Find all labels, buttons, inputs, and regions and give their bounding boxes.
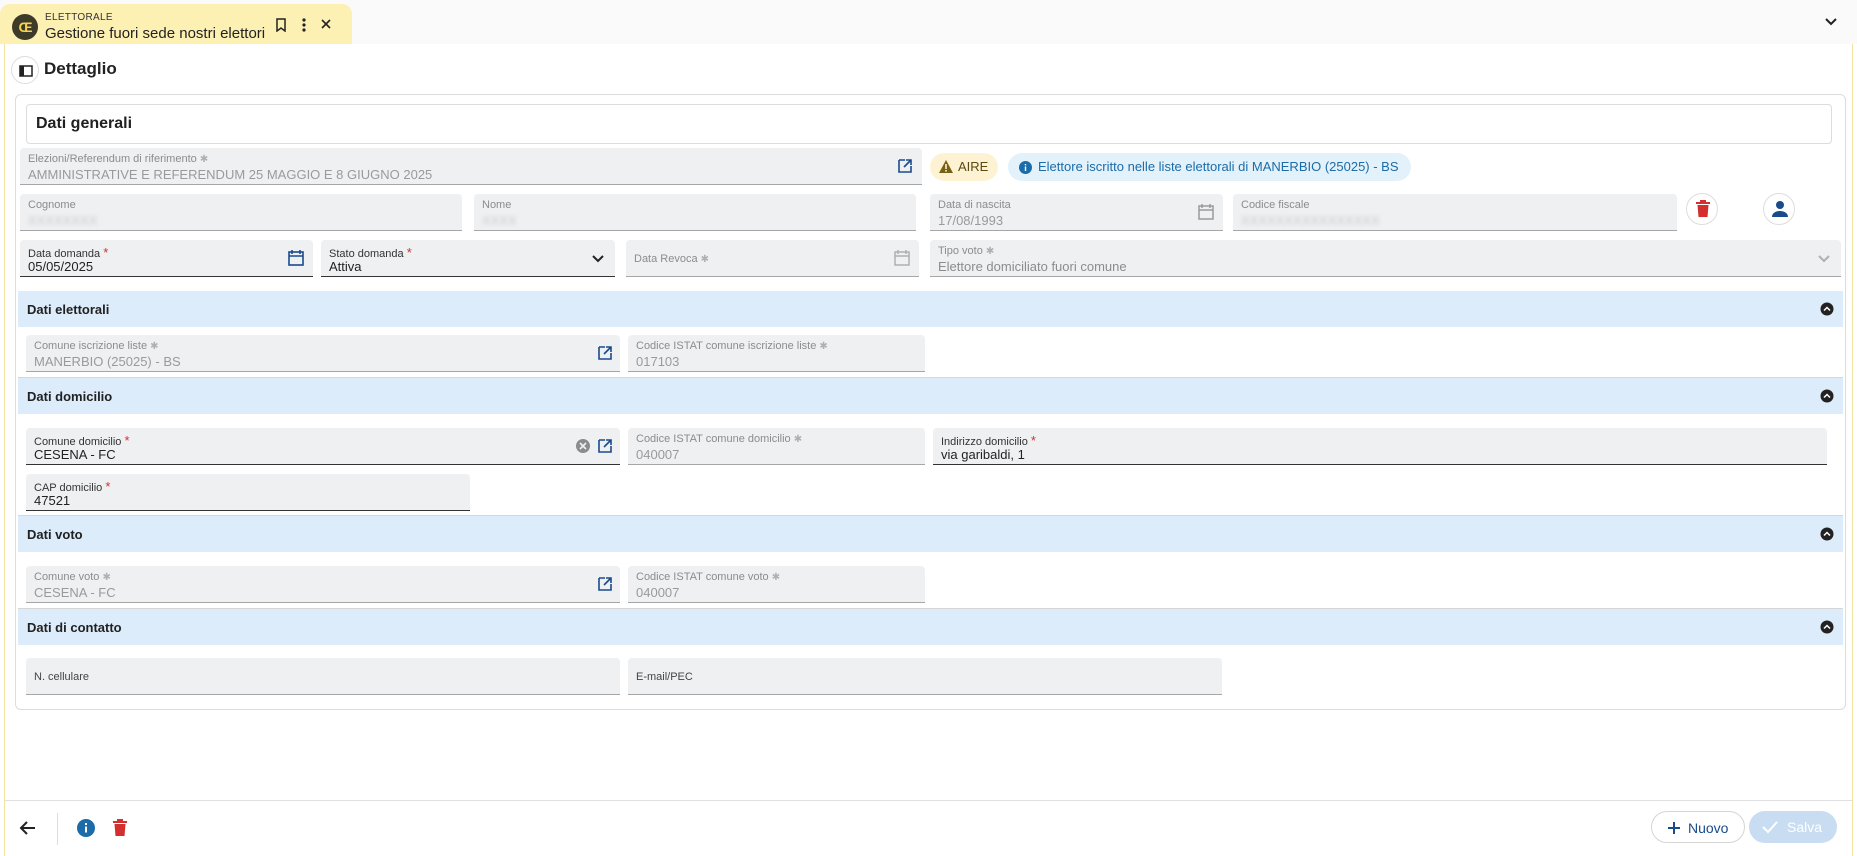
data-revoca-field: Data Revoca ✱ bbox=[626, 240, 919, 277]
bottom-action-bar: Nuovo Salva bbox=[5, 800, 1852, 856]
elezioni-field: Elezioni/Referendum di riferimento ✱ AMM… bbox=[20, 148, 922, 185]
section-dati-voto[interactable]: Dati voto bbox=[18, 516, 1843, 552]
detail-card: Dati generali Elezioni/Referendum di rif… bbox=[15, 94, 1846, 710]
tipo-voto-select: Tipo voto ✱ Elettore domiciliato fuori c… bbox=[930, 240, 1841, 277]
main-frame: Dettaglio Dati generali Elezioni/Referen… bbox=[4, 44, 1853, 856]
istat-domicilio-field: Codice ISTAT comune domicilio ✱ 040007 bbox=[628, 428, 925, 465]
trash-icon bbox=[113, 819, 127, 836]
comune-voto-field: Comune voto ✱ CESENA - FC bbox=[26, 566, 620, 603]
person-icon bbox=[1772, 201, 1788, 217]
bookmark-icon[interactable] bbox=[273, 18, 289, 34]
collapse-icon[interactable] bbox=[1820, 389, 1834, 403]
nuovo-button[interactable]: Nuovo bbox=[1651, 811, 1745, 843]
app-title: Gestione fuori sede nostri elettori bbox=[45, 25, 266, 42]
indirizzo-domicilio-field[interactable]: Indirizzo domicilio * via garibaldi, 1 bbox=[933, 428, 1827, 465]
open-in-new-icon[interactable] bbox=[596, 344, 614, 362]
check-icon bbox=[1762, 821, 1778, 834]
salva-button[interactable]: Salva bbox=[1749, 811, 1837, 843]
info-icon bbox=[1019, 161, 1032, 174]
aire-badge: AIRE bbox=[930, 153, 999, 181]
app-logo: Œ bbox=[12, 14, 38, 40]
back-button[interactable] bbox=[13, 813, 43, 843]
info-icon bbox=[77, 819, 95, 837]
section-dati-contatto[interactable]: Dati di contatto bbox=[18, 609, 1843, 645]
person-detail-button[interactable] bbox=[1763, 193, 1795, 225]
comune-domicilio-field[interactable]: Comune domicilio * CESENA - FC bbox=[26, 428, 620, 465]
delete-button[interactable] bbox=[105, 813, 135, 843]
data-domanda-field[interactable]: Data domanda * 05/05/2025 bbox=[20, 240, 313, 277]
top-tab-bar: Œ ELETTORALE Gestione fuori sede nostri … bbox=[0, 0, 1857, 44]
calendar-icon bbox=[893, 249, 911, 267]
close-icon[interactable] bbox=[318, 18, 334, 34]
data-nascita-field: Data di nascita 17/08/1993 bbox=[930, 194, 1223, 231]
iscrizione-info-badge: Elettore iscritto nelle liste elettorali… bbox=[1008, 153, 1411, 181]
email-input[interactable]: E-mail/PEC bbox=[628, 658, 1222, 695]
collapse-icon[interactable] bbox=[1820, 620, 1834, 634]
collapse-icon[interactable] bbox=[1820, 302, 1834, 316]
chevron-down-icon bbox=[1815, 249, 1833, 267]
clear-icon[interactable] bbox=[574, 437, 592, 455]
codice-fiscale-field: Codice fiscale XXXXXXXXXXXXXXXX bbox=[1233, 194, 1677, 231]
app-module: ELETTORALE bbox=[45, 12, 113, 23]
open-in-new-icon[interactable] bbox=[896, 157, 914, 175]
section-dati-domicilio[interactable]: Dati domicilio bbox=[18, 378, 1843, 414]
collapse-icon[interactable] bbox=[1820, 527, 1834, 541]
stato-domanda-select[interactable]: Stato domanda * Attiva bbox=[321, 240, 615, 277]
warning-icon bbox=[939, 160, 953, 173]
info-button[interactable] bbox=[71, 813, 101, 843]
chevron-down-icon[interactable] bbox=[1821, 12, 1841, 32]
open-in-new-icon[interactable] bbox=[596, 575, 614, 593]
app-tab[interactable]: Œ ELETTORALE Gestione fuori sede nostri … bbox=[0, 4, 352, 44]
plus-icon bbox=[1668, 822, 1680, 834]
sidebar-toggle-button[interactable] bbox=[11, 56, 39, 84]
page-title: Dettaglio bbox=[44, 59, 117, 78]
chevron-down-icon[interactable] bbox=[589, 249, 607, 267]
istat-iscrizione-field: Codice ISTAT comune iscrizione liste ✱ 0… bbox=[628, 335, 925, 372]
istat-voto-field: Codice ISTAT comune voto ✱ 040007 bbox=[628, 566, 925, 603]
arrow-back-icon bbox=[19, 821, 35, 835]
open-in-new-icon[interactable] bbox=[596, 437, 614, 455]
divider bbox=[57, 813, 58, 845]
section-dati-elettorali[interactable]: Dati elettorali bbox=[18, 291, 1843, 327]
nome-field: Nome XXXX bbox=[474, 194, 916, 231]
cap-domicilio-field[interactable]: CAP domicilio * 47521 bbox=[26, 474, 470, 511]
card-title: Dati generali bbox=[26, 104, 1832, 144]
delete-person-button[interactable] bbox=[1686, 193, 1718, 225]
sidebar-icon bbox=[19, 65, 33, 77]
trash-icon bbox=[1696, 200, 1710, 217]
calendar-icon bbox=[1197, 203, 1215, 221]
comune-iscrizione-field: Comune iscrizione liste ✱ MANERBIO (2502… bbox=[26, 335, 620, 372]
calendar-icon[interactable] bbox=[287, 249, 305, 267]
cellulare-input[interactable]: N. cellulare bbox=[26, 658, 620, 695]
more-vert-icon[interactable] bbox=[296, 18, 312, 34]
cognome-field: Cognome XXXXXXXX bbox=[20, 194, 462, 231]
